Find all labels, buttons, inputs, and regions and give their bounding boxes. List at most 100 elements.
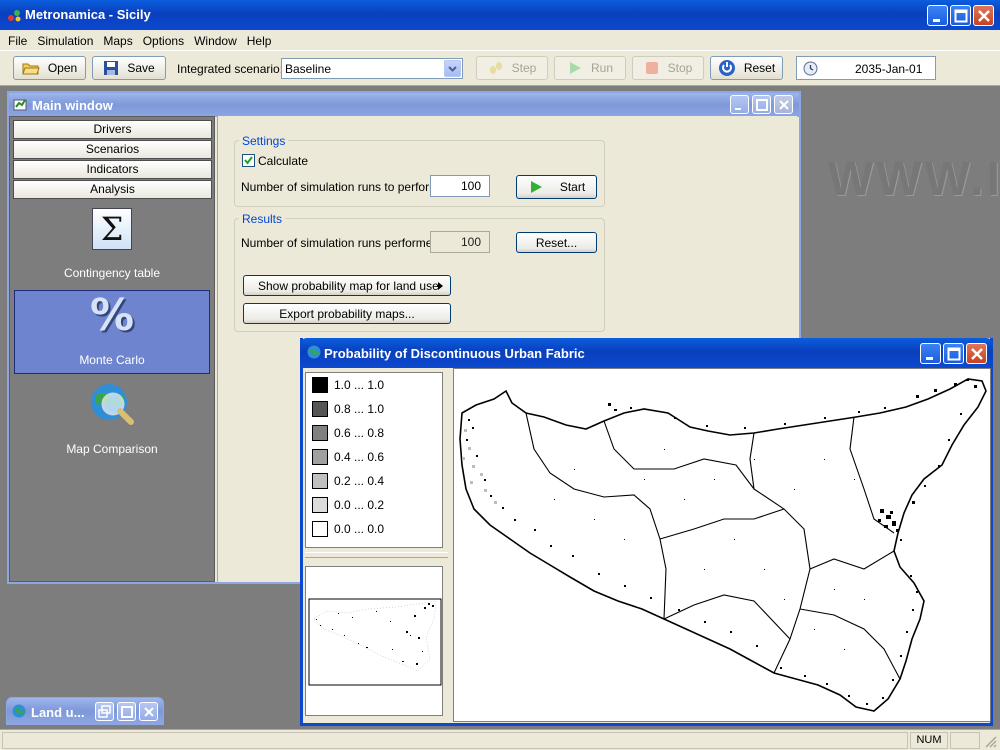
sicily-map: [459, 378, 987, 712]
legend-label: 0.2 ... 0.4: [334, 474, 385, 488]
menu-help[interactable]: Help: [242, 30, 277, 51]
stop-icon: [645, 62, 658, 74]
sigma-icon: Σ: [92, 208, 132, 250]
scenario-value: Baseline: [285, 62, 332, 76]
legend-item: 0.8 ... 1.0: [312, 400, 384, 418]
legend-item: 0.4 ... 0.6: [312, 448, 384, 466]
legend-swatch: [312, 377, 328, 393]
export-probability-maps-button[interactable]: Export probability maps...: [243, 303, 451, 324]
tab-scenarios[interactable]: Scenarios: [13, 140, 212, 159]
legend-swatch: [312, 473, 328, 489]
legend-label: 1.0 ... 1.0: [334, 378, 385, 392]
tab-drivers[interactable]: Drivers: [13, 120, 212, 139]
play-icon: [569, 62, 581, 74]
step-button[interactable]: Step: [476, 56, 548, 80]
minimize-button[interactable]: [920, 343, 941, 364]
stop-button[interactable]: Stop: [632, 56, 704, 80]
submenu-arrow-icon: [438, 282, 443, 290]
scenario-label: Integrated scenario:: [177, 62, 284, 76]
start-button[interactable]: Start: [516, 175, 597, 199]
close-button[interactable]: [966, 343, 987, 364]
minimized-title: Land u...: [31, 705, 85, 720]
show-probability-map-button[interactable]: Show probability map for land use: [243, 275, 451, 296]
run-button[interactable]: Run: [554, 56, 626, 80]
restore-button[interactable]: [95, 702, 114, 721]
percent-icon: %: [89, 290, 135, 341]
legend-swatch: [312, 521, 328, 537]
tab-indicators[interactable]: Indicators: [13, 160, 212, 179]
globe-icon: [307, 345, 321, 359]
legend-label: 0.0 ... 0.0: [334, 522, 385, 536]
folder-icon: [22, 63, 40, 75]
open-label: Open: [47, 61, 78, 75]
legend-swatch: [312, 425, 328, 441]
probability-window-title-bar: Probability of Discontinuous Urban Fabri…: [300, 338, 993, 368]
close-button[interactable]: [973, 5, 994, 26]
tool-contingency-table[interactable]: Σ Contingency table: [14, 204, 210, 288]
menu-options[interactable]: Options: [138, 30, 189, 51]
results-reset-button[interactable]: Reset...: [516, 232, 597, 253]
reset-label: Reset: [743, 61, 776, 75]
reset-button[interactable]: Reset: [710, 56, 783, 80]
main-maximize-button[interactable]: [752, 95, 771, 114]
status-bar: NUM: [0, 729, 1000, 750]
scenario-select[interactable]: Baseline: [281, 58, 463, 79]
resize-grip-icon[interactable]: [984, 735, 998, 749]
minimized-land-use-window[interactable]: Land u...: [6, 697, 164, 725]
runs-input[interactable]: 100: [430, 175, 490, 197]
panel-splitter[interactable]: [305, 552, 448, 558]
tab-analysis[interactable]: Analysis: [13, 180, 212, 199]
main-close-button[interactable]: [774, 95, 793, 114]
tool-monte-carlo[interactable]: % Monte Carlo: [14, 290, 210, 374]
chevron-down-icon[interactable]: [444, 60, 461, 77]
menu-file[interactable]: File: [3, 30, 32, 51]
save-button[interactable]: Save: [92, 56, 166, 80]
legend-item: 1.0 ... 1.0: [312, 376, 384, 394]
background-watermark: WWW.I: [828, 153, 1000, 206]
chart-window-icon: [13, 99, 27, 111]
menu-window[interactable]: Window: [189, 30, 242, 51]
legend-label: 0.4 ... 0.6: [334, 450, 385, 464]
runs-label: Number of simulation runs to perform:: [241, 180, 443, 194]
tool-label: Map Comparison: [66, 442, 158, 456]
show-map-label: Show probability map for land use: [258, 278, 439, 293]
open-button[interactable]: Open: [13, 56, 86, 80]
footsteps-icon: [489, 62, 502, 74]
run-label: Run: [590, 61, 613, 75]
app-icon: [7, 8, 21, 25]
maximize-button[interactable]: [943, 343, 964, 364]
legend-item: 0.6 ... 0.8: [312, 424, 384, 442]
maximize-button[interactable]: [950, 5, 971, 26]
date-field: 2035-Jan-01: [796, 56, 936, 80]
probability-map-canvas[interactable]: [453, 368, 991, 722]
step-label: Step: [511, 61, 537, 75]
calculate-checkbox[interactable]: [242, 154, 255, 167]
legend-swatch: [312, 497, 328, 513]
island-outline: [459, 378, 987, 712]
performed-label: Number of simulation runs performed:: [241, 236, 443, 250]
legend-swatch: [312, 401, 328, 417]
settings-group-label: Settings: [239, 134, 289, 148]
legend-label: 0.0 ... 0.2: [334, 498, 385, 512]
menu-simulation[interactable]: Simulation: [32, 30, 98, 51]
main-window-title-bar: Main window: [9, 93, 799, 117]
save-label: Save: [127, 61, 155, 75]
tool-map-comparison[interactable]: Map Comparison: [14, 380, 210, 464]
legend-label: 0.8 ... 1.0: [334, 402, 385, 416]
legend-item: 0.0 ... 0.0: [312, 520, 384, 538]
clock-icon: [803, 61, 818, 76]
menu-maps[interactable]: Maps: [98, 30, 137, 51]
menu-bar: File Simulation Maps Options Window Help: [0, 30, 1000, 50]
legend-label: 0.6 ... 0.8: [334, 426, 385, 440]
minimize-button[interactable]: [927, 5, 948, 26]
close-button[interactable]: [139, 702, 158, 721]
checkmark-icon: [244, 156, 253, 165]
app-title: Metronamica - Sicily: [25, 7, 151, 22]
overview-map: [308, 598, 442, 686]
maximize-button[interactable]: [117, 702, 136, 721]
app-title-bar: Metronamica - Sicily: [0, 0, 1000, 30]
overview-panel[interactable]: [305, 566, 443, 716]
floppy-disk-icon: [104, 61, 119, 75]
main-minimize-button[interactable]: [730, 95, 749, 114]
globe-icon: [12, 704, 26, 718]
